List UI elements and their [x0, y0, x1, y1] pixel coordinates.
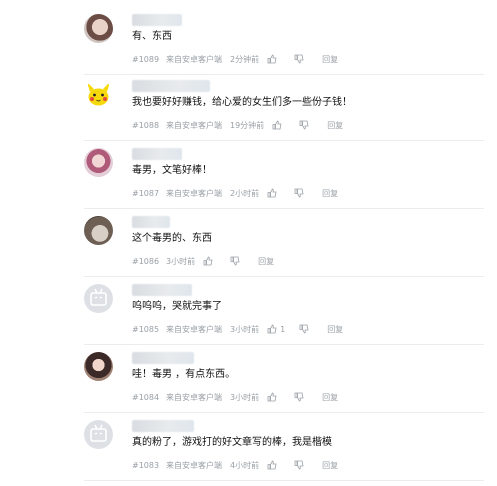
username-blurred[interactable] [132, 420, 194, 432]
like-button[interactable] [267, 460, 280, 470]
comment-meta: #1089 来自安卓客户端 2分钟前 回复 [132, 53, 338, 65]
like-button[interactable] [267, 392, 280, 402]
comment-source: 来自安卓客户端 [166, 392, 222, 402]
divider [84, 480, 484, 481]
comment-time: 2分钟前 [230, 54, 260, 64]
dislike-button[interactable] [294, 392, 304, 402]
username-blurred[interactable] [132, 80, 210, 92]
comment-text: 有、东西 [132, 31, 172, 42]
avatar[interactable] [84, 14, 113, 43]
username-blurred[interactable] [132, 352, 194, 364]
username-blurred[interactable] [132, 216, 170, 228]
like-button[interactable] [272, 120, 285, 130]
thumb-up-icon [272, 120, 282, 130]
comment-meta: #1087 来自安卓客户端 2小时前 回复 [132, 187, 338, 199]
floor-number: #1089 [132, 54, 160, 64]
thumb-down-icon [294, 460, 304, 470]
dislike-button[interactable] [299, 120, 309, 130]
thumb-up-icon [267, 188, 277, 198]
comment-source: 来自安卓客户端 [166, 120, 222, 130]
comment-source: 来自安卓客户端 [166, 460, 222, 470]
comment-source: 来自安卓客户端 [166, 54, 222, 64]
reply-button[interactable]: 回复 [258, 256, 274, 267]
thumb-down-icon [294, 188, 304, 198]
comment-item: 哇！毒男 ，有点东西。 #1084 来自安卓客户端 3小时前 回复 [0, 352, 497, 418]
thumb-up-icon [267, 392, 277, 402]
floor-number: #1086 [132, 256, 160, 266]
comment-text: 毒男，文笔好棒！ [132, 165, 212, 176]
reply-button[interactable]: 回复 [322, 54, 338, 65]
avatar[interactable] [84, 352, 113, 381]
pikachu-avatar[interactable] [84, 80, 113, 109]
divider [84, 74, 484, 75]
dislike-button[interactable] [230, 256, 240, 266]
reply-button[interactable]: 回复 [322, 188, 338, 199]
comment-time: 3小时前 [230, 324, 260, 334]
comment-text: 哇！毒男 ，有点东西。 [132, 369, 236, 380]
comment-item: 真的粉了，游戏打的好文章写的棒，我是楷模 #1083 来自安卓客户端 4小时前 … [0, 420, 497, 486]
thumb-down-icon [294, 54, 304, 64]
dislike-button[interactable] [294, 188, 304, 198]
reply-button[interactable]: 回复 [327, 324, 343, 335]
like-count: 1 [280, 324, 286, 334]
thumb-up-icon [267, 324, 277, 334]
like-button[interactable] [267, 54, 280, 64]
comment-time: 4小时前 [230, 460, 260, 470]
comment-time: 3小时前 [166, 256, 196, 266]
comment-meta: #1084 来自安卓客户端 3小时前 回复 [132, 391, 338, 403]
comment-source: 来自安卓客户端 [166, 188, 222, 198]
comment-meta: #1085 来自安卓客户端 3小时前 1 回复 [132, 323, 343, 335]
comment-meta: #1088 来自安卓客户端 19分钟前 回复 [132, 119, 343, 131]
floor-number: #1085 [132, 324, 160, 334]
comment-item: 呜呜呜，哭就完事了 #1085 来自安卓客户端 3小时前 1 回复 [0, 284, 497, 350]
username-blurred[interactable] [132, 148, 182, 160]
avatar[interactable] [84, 148, 113, 177]
like-button[interactable] [267, 188, 280, 198]
like-button[interactable] [203, 256, 216, 266]
thumb-down-icon [294, 392, 304, 402]
thumb-down-icon [230, 256, 240, 266]
floor-number: #1084 [132, 392, 160, 402]
comment-text: 呜呜呜，哭就完事了 [132, 301, 222, 312]
comment-meta: #1083 来自安卓客户端 4小时前 回复 [132, 459, 338, 471]
like-button[interactable]: 1 [267, 324, 285, 334]
username-blurred[interactable] [132, 14, 182, 26]
divider [84, 208, 484, 209]
default-tv-avatar[interactable] [84, 284, 113, 313]
divider [84, 276, 484, 277]
cat-avatar[interactable] [84, 216, 113, 245]
thumb-up-icon [203, 256, 213, 266]
reply-button[interactable]: 回复 [322, 392, 338, 403]
comment-item: 毒男，文笔好棒！ #1087 来自安卓客户端 2小时前 回复 [0, 148, 497, 214]
dislike-button[interactable] [294, 54, 304, 64]
floor-number: #1088 [132, 120, 160, 130]
comment-meta: #1086 3小时前 回复 [132, 255, 274, 267]
divider [84, 140, 484, 141]
thumb-up-icon [267, 460, 277, 470]
comment-text: 真的粉了，游戏打的好文章写的棒，我是楷模 [132, 437, 332, 448]
dislike-button[interactable] [294, 460, 304, 470]
reply-button[interactable]: 回复 [327, 120, 343, 131]
username-blurred[interactable] [132, 284, 192, 296]
default-tv-avatar[interactable] [84, 420, 113, 449]
comment-time: 19分钟前 [230, 120, 265, 130]
thumb-down-icon [299, 120, 309, 130]
comment-item: 这个毒男的、东西 #1086 3小时前 回复 [0, 216, 497, 282]
comment-time: 2小时前 [230, 188, 260, 198]
thumb-down-icon [299, 324, 309, 334]
comment-text: 我也要好好赚钱，给心爱的女生们多一些份子钱！ [132, 97, 352, 108]
comment-item: 我也要好好赚钱，给心爱的女生们多一些份子钱！ #1088 来自安卓客户端 19分… [0, 80, 497, 146]
comment-item: 有、东西 #1089 来自安卓客户端 2分钟前 回复 [0, 14, 497, 80]
reply-button[interactable]: 回复 [322, 460, 338, 471]
divider [84, 344, 484, 345]
dislike-button[interactable] [299, 324, 309, 334]
comment-time: 3小时前 [230, 392, 260, 402]
floor-number: #1087 [132, 188, 160, 198]
comment-text: 这个毒男的、东西 [132, 233, 212, 244]
comment-source: 来自安卓客户端 [166, 324, 222, 334]
thumb-up-icon [267, 54, 277, 64]
floor-number: #1083 [132, 460, 160, 470]
divider [84, 412, 484, 413]
